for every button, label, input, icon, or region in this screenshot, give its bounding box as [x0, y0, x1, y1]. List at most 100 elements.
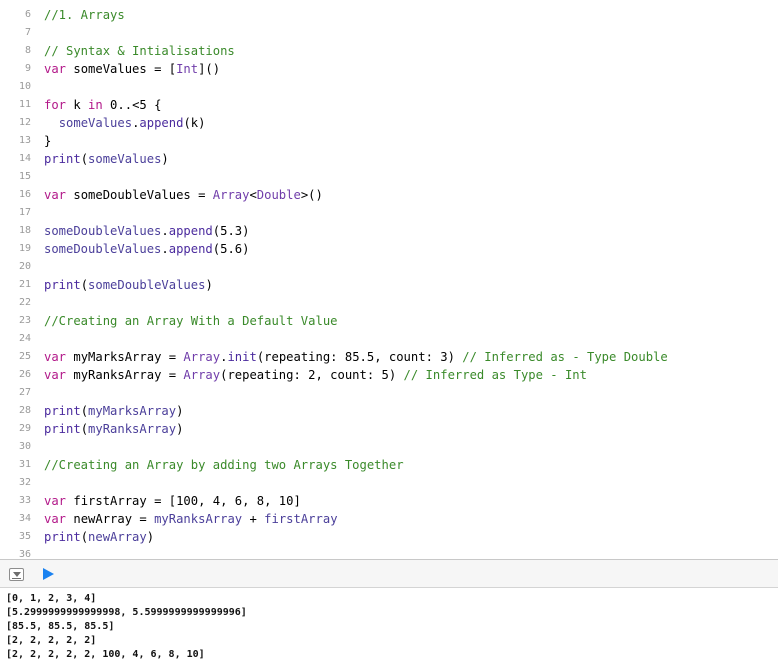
code-line[interactable]: 7 — [0, 24, 778, 42]
line-number: 19 — [18, 243, 31, 254]
line-number: 24 — [18, 333, 31, 344]
code-line[interactable]: 24 — [0, 330, 778, 348]
line-number: 6 — [24, 9, 31, 20]
hide-debug-area-icon[interactable] — [9, 568, 24, 581]
line-number: 20 — [18, 261, 31, 272]
code-editor[interactable]: 6 //1. Arrays 7 8 // Syntax & Intialisations… — [0, 0, 778, 559]
line-number: 17 — [18, 207, 31, 218]
line-number: 30 — [18, 441, 31, 452]
line-number: 27 — [18, 387, 31, 398]
console-output-line: [2, 2, 2, 2, 2, 100, 4, 6, 8, 10] — [6, 649, 205, 660]
code-line[interactable]: 18 someDoubleValues.append(5.3) — [0, 222, 778, 240]
code-line[interactable]: 28 print(myMarksArray) — [0, 402, 778, 420]
code-token: someValues = [ — [66, 62, 177, 76]
code-line[interactable]: 30 — [0, 438, 778, 456]
code-line[interactable]: 13} — [0, 132, 778, 150]
code-token: // Inferred as - Type Double — [462, 350, 668, 364]
code-token: myRanksArray — [154, 512, 243, 526]
code-line[interactable]: 22 — [0, 294, 778, 312]
code-line[interactable]: 34 var newArray = myRanksArray + firstArr… — [0, 510, 778, 528]
code-token: print — [44, 530, 81, 544]
code-token: var — [44, 62, 67, 76]
code-line[interactable]: 17 — [0, 204, 778, 222]
code-token: myRanksArray = — [66, 368, 184, 382]
code-token: (k) — [183, 116, 206, 130]
line-number: 36 — [18, 549, 31, 559]
line-number: 12 — [18, 117, 31, 128]
code-token: var — [44, 350, 67, 364]
code-line[interactable]: 33 var firstArray = [100, 4, 6, 8, 10] — [0, 492, 778, 510]
code-line[interactable]: 6 //1. Arrays — [0, 6, 778, 24]
code-token: ) — [161, 152, 169, 166]
run-play-icon[interactable] — [43, 568, 54, 580]
code-line[interactable]: 16 var someDoubleValues = Array<Double>() — [0, 186, 778, 204]
playground-window: 6 //1. Arrays 7 8 // Syntax & Intialisations… — [0, 0, 778, 669]
code-line[interactable]: 11 for k in 0..<5 { — [0, 96, 778, 114]
code-line[interactable]: 10 — [0, 78, 778, 96]
code-token: append — [139, 116, 184, 130]
code-text: //1. Arrays — [44, 6, 125, 24]
line-number: 33 — [18, 495, 31, 506]
code-line[interactable]: 15 — [0, 168, 778, 186]
code-token: someDoubleValues — [44, 242, 162, 256]
code-line[interactable]: 35 print(newArray) — [0, 528, 778, 546]
code-token: Double — [256, 188, 301, 202]
line-number: 9 — [24, 63, 31, 74]
code-text: print(newArray) — [44, 528, 154, 546]
code-token: //Creating an Array by adding two Arrays… — [44, 458, 404, 472]
code-text: var firstArray = [100, 4, 6, 8, 10] — [44, 492, 301, 510]
code-token: >() — [300, 188, 323, 202]
code-text: print(myMarksArray) — [44, 402, 183, 420]
line-number: 25 — [18, 351, 31, 362]
line-number: 7 — [24, 27, 31, 38]
toggle-bar-glyph — [12, 578, 21, 579]
code-line[interactable]: 8 // Syntax & Intialisations — [0, 42, 778, 60]
code-line[interactable]: 26 var myRanksArray = Array(repeating: 2,… — [0, 366, 778, 384]
code-line[interactable]: 9 var someValues = [Int]() — [0, 60, 778, 78]
code-line[interactable]: 21 print(someDoubleValues) — [0, 276, 778, 294]
code-line[interactable]: 27 — [0, 384, 778, 402]
toggle-triangle-glyph — [13, 572, 21, 577]
code-line[interactable]: 36 — [0, 546, 778, 559]
code-line[interactable]: 14 print(someValues) — [0, 150, 778, 168]
code-text: for k in 0..<5 { — [44, 96, 161, 114]
code-token: someValues — [88, 152, 162, 166]
code-token: ( — [80, 404, 89, 418]
code-line[interactable]: 19 someDoubleValues.append(5.6) — [0, 240, 778, 258]
code-token: ]() — [198, 62, 221, 76]
code-token: ( — [80, 278, 89, 292]
code-text: var myRanksArray = Array(repeating: 2, c… — [44, 366, 587, 384]
code-line[interactable]: 31 //Creating an Array by adding two Arra… — [0, 456, 778, 474]
console-output: [0, 1, 2, 3, 4] [5.2999999999999998, 5.59… — [0, 589, 778, 669]
code-token: print — [44, 152, 81, 166]
code-token: myMarksArray = — [66, 350, 184, 364]
code-text: someDoubleValues.append(5.6) — [44, 240, 249, 258]
console-output-line: [85.5, 85.5, 85.5] — [6, 621, 115, 632]
code-token: + — [242, 512, 265, 526]
line-number: 10 — [18, 81, 31, 92]
code-token: print — [44, 422, 81, 436]
code-text: someDoubleValues.append(5.3) — [44, 222, 249, 240]
code-line[interactable]: 25 var myMarksArray = Array.init(repeatin… — [0, 348, 778, 366]
code-line[interactable]: 29 print(myRanksArray) — [0, 420, 778, 438]
code-token: ( — [80, 422, 89, 436]
code-token: k — [66, 98, 89, 112]
code-token: append — [168, 224, 213, 238]
code-line[interactable]: 12 someValues.append(k) — [0, 114, 778, 132]
code-token: Array — [212, 188, 250, 202]
code-token: someDoubleValues = — [66, 188, 213, 202]
code-text: someValues.append(k) — [44, 114, 206, 132]
line-number: 16 — [18, 189, 31, 200]
code-line[interactable]: 23 //Creating an Array With a Default Val… — [0, 312, 778, 330]
code-line[interactable]: 20 — [0, 258, 778, 276]
debug-toolbar — [0, 560, 778, 588]
line-number: 15 — [18, 171, 31, 182]
code-token: in — [88, 98, 103, 112]
line-number: 26 — [18, 369, 31, 380]
line-number: 18 — [18, 225, 31, 236]
code-token: (repeating: 2, count: 5) — [220, 368, 404, 382]
code-line[interactable]: 32 — [0, 474, 778, 492]
line-number: 29 — [18, 423, 31, 434]
code-token: //1. Arrays — [44, 8, 125, 22]
